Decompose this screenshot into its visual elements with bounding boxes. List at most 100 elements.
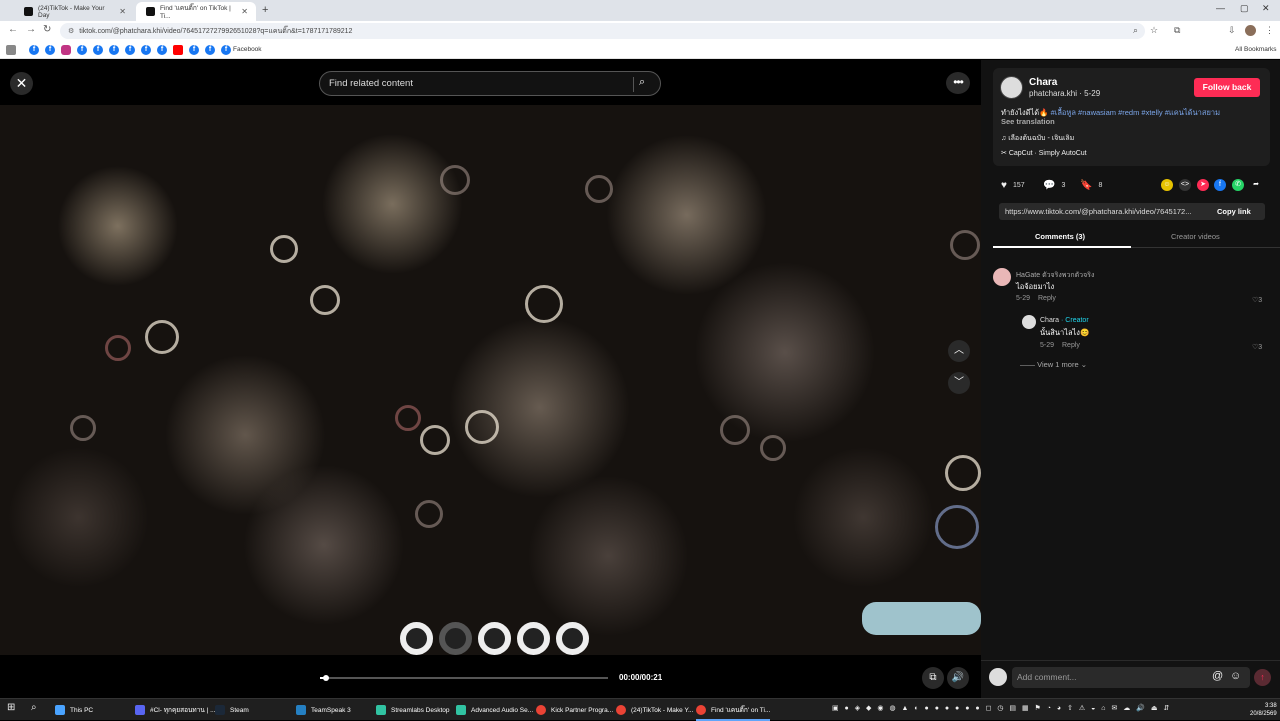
taskbar-this-pc[interactable]: This PC bbox=[55, 702, 93, 718]
taskbar-find-tiktok[interactable]: Find 'แคนติ๊ก' on Ti... bbox=[696, 702, 771, 721]
save-button[interactable]: 🔖 8 bbox=[1080, 180, 1102, 191]
reply-reply-button[interactable]: Reply bbox=[1062, 342, 1080, 349]
comment-date: 5-29 bbox=[1016, 295, 1031, 302]
send-to-friends-icon[interactable]: ➤ bbox=[1197, 179, 1209, 191]
facebook-bookmark-icon[interactable]: f bbox=[205, 45, 215, 55]
youtube-bookmark-icon[interactable] bbox=[173, 45, 183, 55]
copy-link-button[interactable]: Copy link bbox=[1217, 203, 1251, 220]
taskbar-teamspeak[interactable]: TeamSpeak 3 bbox=[296, 702, 351, 718]
video-time: 00:00/00:21 bbox=[619, 673, 663, 682]
more-options-button[interactable]: ••• bbox=[946, 72, 970, 94]
reply-author[interactable]: Chara · Creator bbox=[1040, 317, 1089, 324]
see-translation-link[interactable]: See translation bbox=[1001, 117, 1055, 126]
forward-icon[interactable]: → bbox=[26, 24, 36, 35]
back-icon[interactable]: ← bbox=[8, 24, 18, 35]
creator-name[interactable]: Chara bbox=[1029, 77, 1057, 88]
taskbar-tiktok-home[interactable]: (24)TikTok - Make Y... bbox=[616, 702, 693, 718]
reply-like-count: 3 bbox=[1258, 344, 1263, 351]
browser-tab-tiktok-home[interactable]: (24)TikTok - Make Your Day ✕ bbox=[14, 2, 134, 21]
music-link[interactable]: ♫ เลืองต้นฉบับ - เจินเลิม bbox=[1001, 133, 1074, 144]
taskbar-discord[interactable]: #Cl- ทุกคุยสอนทาน | ... bbox=[135, 702, 216, 718]
facebook-bookmark-label[interactable]: Facebook bbox=[233, 46, 262, 53]
next-video-button[interactable]: ﹀ bbox=[948, 372, 970, 394]
close-video-button[interactable]: ✕ bbox=[10, 72, 33, 95]
facebook-bookmark-icon[interactable]: f bbox=[141, 45, 151, 55]
tab-creator-videos[interactable]: Creator videos bbox=[1171, 232, 1220, 241]
downloads-icon[interactable]: ⇩ bbox=[1228, 25, 1236, 36]
site-info-icon[interactable]: ⚙ bbox=[68, 27, 74, 35]
tiktok-favicon-icon bbox=[24, 7, 33, 16]
profile-avatar[interactable] bbox=[1245, 25, 1256, 36]
my-avatar bbox=[989, 668, 1007, 686]
all-bookmarks[interactable]: All Bookmarks bbox=[1235, 46, 1277, 53]
reply-like-button[interactable]: ♡3 bbox=[1252, 343, 1262, 351]
comment-like-button[interactable]: ♡3 bbox=[1252, 296, 1262, 304]
mention-icon[interactable]: @ bbox=[1212, 670, 1223, 682]
video-player[interactable] bbox=[0, 60, 981, 660]
like-button[interactable]: ♥ 157 bbox=[1001, 180, 1025, 191]
tab-comments[interactable]: Comments (3) bbox=[1035, 232, 1085, 241]
video-foreground-rings bbox=[400, 622, 589, 655]
facebook-bookmark-icon[interactable]: f bbox=[157, 45, 167, 55]
floating-player-icon[interactable]: ⧉ bbox=[922, 667, 944, 689]
facebook-bookmark-icon[interactable]: f bbox=[45, 45, 55, 55]
follow-back-button[interactable]: Follow back bbox=[1194, 78, 1260, 97]
caption-hashtags[interactable]: #เลื้อหูล #nawasiam #redm #xtelly #แคนได… bbox=[1051, 108, 1220, 117]
previous-video-button[interactable]: ︿ bbox=[948, 340, 970, 362]
instagram-bookmark-icon[interactable] bbox=[61, 45, 71, 55]
facebook-bookmark-icon[interactable]: f bbox=[29, 45, 39, 55]
facebook-bookmark-icon[interactable]: f bbox=[125, 45, 135, 55]
system-clock[interactable]: 3:38 20/8/2569 bbox=[1250, 702, 1277, 718]
window-close-icon[interactable]: ✕ bbox=[1262, 3, 1270, 14]
more-share-icon[interactable]: ➦ bbox=[1250, 179, 1262, 191]
facebook-bookmark-icon[interactable]: f bbox=[77, 45, 87, 55]
bookmark-star-icon[interactable]: ☆ bbox=[1150, 25, 1158, 36]
creator-handle-date[interactable]: phatchara.khi · 5-29 bbox=[1029, 89, 1100, 98]
browser-tab-strip: (24)TikTok - Make Your Day ✕ Find 'แคนติ… bbox=[0, 0, 1280, 21]
facebook-bookmark-icon[interactable]: f bbox=[189, 45, 199, 55]
capcut-link[interactable]: ✂ CapCut · Simply AutoCut bbox=[1001, 149, 1087, 157]
video-seek-bar[interactable] bbox=[320, 677, 608, 679]
close-tab-icon[interactable]: ✕ bbox=[235, 7, 248, 16]
maximize-icon[interactable]: ▢ bbox=[1240, 3, 1249, 14]
commenter-name[interactable]: HaGate ตัวจริงพวกตัวจริง bbox=[1016, 270, 1094, 281]
taskbar-kick-partner[interactable]: Kick Partner Progra... bbox=[536, 702, 613, 718]
comment-button[interactable]: 💬 3 bbox=[1043, 180, 1065, 191]
new-tab-icon[interactable]: + bbox=[262, 4, 268, 16]
whatsapp-share-icon[interactable]: ✆ bbox=[1232, 179, 1244, 191]
video-frame[interactable] bbox=[0, 105, 981, 655]
emoji-icon[interactable]: ☺ bbox=[1230, 670, 1241, 682]
post-comment-button[interactable]: ↑ bbox=[1254, 669, 1271, 686]
seek-handle[interactable] bbox=[322, 675, 329, 681]
facebook-share-icon[interactable]: f bbox=[1214, 179, 1226, 191]
view-more-replies-button[interactable]: —— View 1 more ⌄ bbox=[1020, 360, 1087, 369]
friends-share-icon[interactable]: ☺ bbox=[1161, 179, 1173, 191]
search-icon[interactable]: ⌕ bbox=[31, 702, 37, 713]
taskbar-advanced-audio[interactable]: Advanced Audio Se... bbox=[456, 702, 533, 718]
commenter-avatar[interactable] bbox=[993, 268, 1011, 286]
related-search-box[interactable]: Find related content ⌕ bbox=[319, 71, 661, 96]
zoom-icon[interactable]: ⌕ bbox=[1133, 25, 1138, 36]
extensions-icon[interactable]: ⧉ bbox=[1174, 25, 1180, 36]
creator-avatar[interactable] bbox=[1000, 76, 1023, 99]
embed-icon[interactable]: <> bbox=[1179, 179, 1191, 191]
close-tab-icon[interactable]: ✕ bbox=[113, 7, 126, 16]
taskbar-streamlabs[interactable]: Streamlabs Desktop bbox=[376, 702, 450, 718]
system-tray-icons[interactable]: ▣ ● ◈ ◆ ◉ ◍ ▲ ◐ ● ● ● ● ● ● ◻ ◷ ▤ ▦ ⚑ ◔ … bbox=[832, 704, 1171, 712]
creator-reply-avatar[interactable] bbox=[1022, 315, 1036, 329]
taskbar-steam[interactable]: Steam bbox=[215, 702, 249, 718]
menu-icon[interactable]: ⋮ bbox=[1265, 25, 1274, 36]
browser-tab-find[interactable]: Find 'แคนติ๊ก' on TikTok | Ti... ✕ bbox=[136, 2, 256, 21]
capcut-icon: ✂ bbox=[1001, 150, 1009, 157]
search-icon[interactable]: ⌕ bbox=[639, 76, 645, 89]
facebook-bookmark-icon[interactable]: f bbox=[109, 45, 119, 55]
address-bar[interactable]: ⚙ tiktok.com/@phatchara.khi/video/764517… bbox=[60, 23, 1145, 39]
start-icon[interactable]: ⊞ bbox=[7, 702, 15, 713]
facebook-bookmark-icon[interactable]: f bbox=[221, 45, 231, 55]
reload-icon[interactable]: ↻ bbox=[43, 24, 51, 35]
volume-icon[interactable]: 🔊 bbox=[947, 667, 969, 689]
reply-button[interactable]: Reply bbox=[1038, 295, 1056, 302]
facebook-bookmark-icon[interactable]: f bbox=[93, 45, 103, 55]
apps-grid-icon[interactable] bbox=[6, 45, 16, 55]
minimize-icon[interactable]: — bbox=[1216, 3, 1225, 13]
